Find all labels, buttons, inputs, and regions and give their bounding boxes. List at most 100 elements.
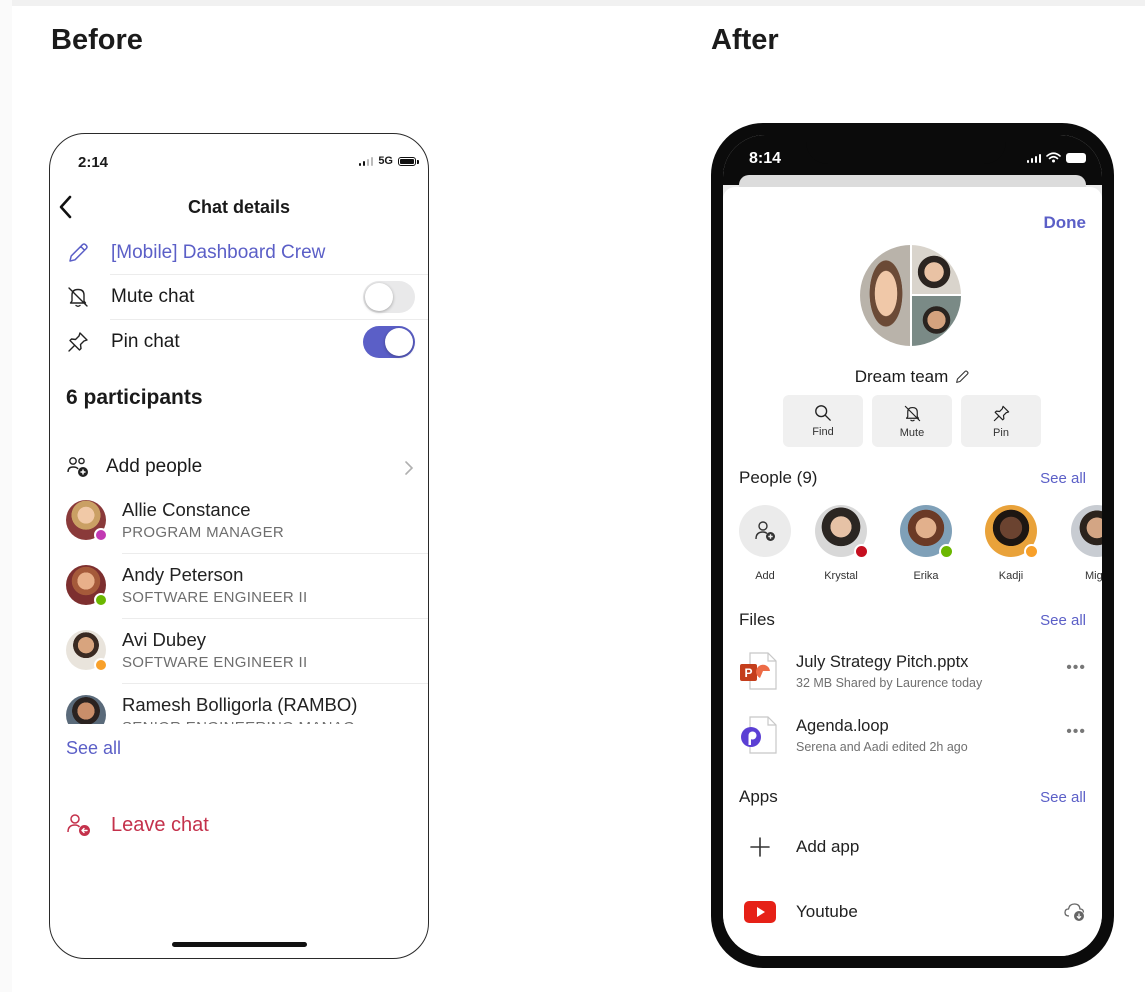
notch <box>806 135 1006 164</box>
after-screen: 8:14 Done Dream team Find Mute Pin Peopl… <box>723 135 1102 956</box>
pin-icon <box>993 405 1009 421</box>
pin-button[interactable]: Pin <box>961 395 1041 447</box>
file-item[interactable]: Agenda.loop Serena and Aadi edited 2h ag… <box>739 715 1086 771</box>
pencil-icon <box>66 241 94 265</box>
participant-role: SOFTWARE ENGINEER II <box>122 589 308 606</box>
add-person-label: Add <box>755 570 775 582</box>
signal-icon <box>1026 153 1041 163</box>
add-people-label: Add people <box>106 456 203 477</box>
person-name: Migu <box>1085 570 1102 582</box>
group-name-row[interactable]: Dream team <box>723 367 1102 387</box>
presence-dot <box>939 544 954 559</box>
search-icon <box>815 405 831 421</box>
participant-row[interactable]: Allie Constance PROGRAM MANAGER <box>66 491 428 555</box>
participant-row[interactable]: Ramesh Bolligorla (RAMBO) SENIOR ENGINEE… <box>66 686 428 724</box>
participant-role: SENIOR ENGINEERING MANAG <box>122 719 355 724</box>
pencil-icon <box>956 370 969 383</box>
pin-chat-toggle[interactable] <box>363 326 415 358</box>
presence-dot <box>94 528 108 542</box>
chat-name-row[interactable]: [Mobile] Dashboard Crew <box>66 231 428 275</box>
person-item[interactable]: Erika <box>894 505 958 582</box>
file-meta: Serena and Aadi edited 2h ago <box>796 740 968 754</box>
person-item[interactable]: Krystal <box>809 505 873 582</box>
file-item[interactable]: P July Strategy Pitch.pptx 32 MB Shared … <box>739 651 1086 707</box>
people-strip: Add Krystal Erika Kadji Mig <box>739 505 1102 585</box>
mute-button[interactable]: Mute <box>872 395 952 447</box>
add-app-label: Add app <box>796 837 860 856</box>
cloud-download-icon[interactable] <box>1064 902 1086 922</box>
apps-see-all-link[interactable]: See all <box>1040 789 1086 806</box>
presence-dot <box>854 544 869 559</box>
more-options-icon[interactable]: ••• <box>1066 659 1086 677</box>
leave-chat-button[interactable]: Leave chat <box>66 812 209 838</box>
app-item[interactable]: Youtube <box>739 892 1086 932</box>
participant-name: Allie Constance <box>122 499 251 520</box>
signal-icon <box>358 156 374 166</box>
left-band <box>0 0 12 992</box>
person-name: Krystal <box>824 570 858 582</box>
top-band <box>0 0 1145 6</box>
mute-chat-toggle[interactable] <box>363 281 415 313</box>
add-person-icon <box>755 521 775 541</box>
chevron-right-icon <box>405 461 414 475</box>
powerpoint-icon: P <box>739 651 779 691</box>
before-heading: Before <box>51 24 143 56</box>
quick-actions: Find Mute Pin <box>783 395 1041 447</box>
participant-row[interactable]: Avi Dubey SOFTWARE ENGINEER II <box>66 621 428 685</box>
avatar <box>815 505 869 559</box>
avatar <box>900 505 954 559</box>
files-see-all-link[interactable]: See all <box>1040 612 1086 629</box>
mute-chat-row: Mute chat <box>66 275 428 319</box>
people-see-all-link[interactable]: See all <box>1040 470 1086 487</box>
presence-dot <box>94 593 108 607</box>
after-heading: After <box>711 24 779 56</box>
leave-icon <box>67 814 90 836</box>
person-item[interactable]: Migu <box>1064 505 1102 582</box>
loop-icon <box>739 715 779 755</box>
pin-chat-row: Pin chat <box>66 320 428 364</box>
add-people-row[interactable]: Add people <box>66 445 428 489</box>
mute-chat-label: Mute chat <box>111 286 195 307</box>
pin-label: Pin <box>993 426 1009 439</box>
battery-icon <box>1066 152 1086 163</box>
status-bar: 5G <box>358 155 419 167</box>
done-button[interactable]: Done <box>1044 213 1087 233</box>
avatar <box>1071 505 1102 557</box>
files-heading: Files <box>739 610 775 629</box>
pin-chat-label: Pin chat <box>111 331 180 352</box>
avatar <box>985 505 1039 559</box>
avatar <box>66 695 106 724</box>
find-button[interactable]: Find <box>783 395 863 447</box>
person-name: Kadji <box>998 570 1024 582</box>
find-label: Find <box>812 426 834 438</box>
bell-off-icon <box>66 285 94 309</box>
participants-heading: 6 participants <box>66 386 203 409</box>
add-person-avatar <box>739 505 791 557</box>
status-time: 8:14 <box>749 150 782 167</box>
person-item[interactable]: Kadji <box>979 505 1043 582</box>
participant-name: Avi Dubey <box>122 629 206 650</box>
participant-row[interactable]: Andy Peterson SOFTWARE ENGINEER II <box>66 556 428 620</box>
add-app-row[interactable]: Add app <box>739 827 1086 867</box>
see-all-link[interactable]: See all <box>66 738 121 759</box>
person-name: Erika <box>913 570 939 582</box>
participant-role: PROGRAM MANAGER <box>122 524 285 541</box>
status-time: 2:14 <box>78 154 109 171</box>
chat-name: [Mobile] Dashboard Crew <box>111 242 326 263</box>
group-avatar <box>860 245 961 346</box>
add-person-button[interactable]: Add <box>733 505 797 582</box>
presence-dot <box>1024 544 1039 559</box>
wifi-icon <box>1046 152 1061 163</box>
app-name: Youtube <box>796 902 858 921</box>
divider <box>122 553 428 554</box>
before-phone: 2:14 5G Chat details [Mobile] Dashboard … <box>49 133 429 959</box>
file-meta: 32 MB Shared by Laurence today <box>796 676 983 690</box>
participant-name: Andy Peterson <box>122 564 244 585</box>
more-options-icon[interactable]: ••• <box>1066 723 1086 741</box>
divider <box>122 683 428 684</box>
people-heading: People (9) <box>739 468 818 487</box>
presence-dot <box>94 658 108 672</box>
youtube-icon <box>744 901 776 923</box>
group-name: Dream team <box>854 367 949 386</box>
network-label: 5G <box>378 155 393 167</box>
